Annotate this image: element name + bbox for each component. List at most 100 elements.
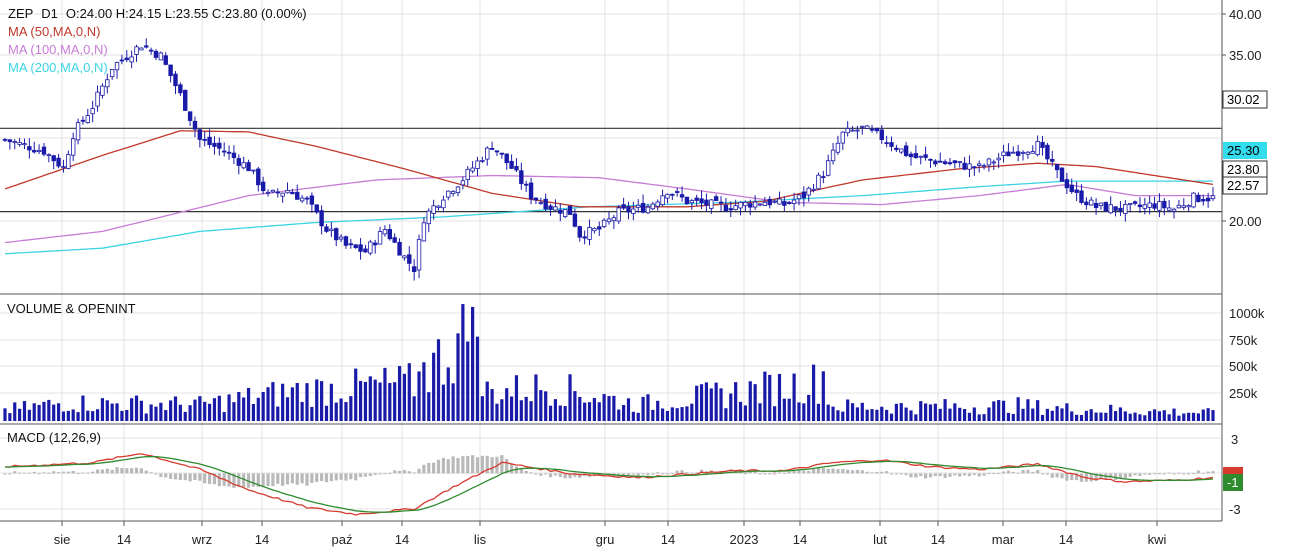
volume-bar bbox=[100, 398, 105, 421]
macd-hist-bar bbox=[943, 473, 947, 478]
macd-hist-bar bbox=[363, 473, 368, 477]
macd-hist-bar bbox=[1157, 473, 1162, 475]
volume-bar bbox=[266, 387, 270, 421]
macd-hist-bar bbox=[831, 468, 835, 474]
volume-bar bbox=[422, 362, 426, 421]
macd-hist-bar bbox=[816, 467, 821, 474]
ma50-legend: MA (50,MA,0,N) bbox=[8, 24, 100, 39]
macd-hist-bar bbox=[860, 470, 864, 474]
x-tick-label: lut bbox=[873, 532, 887, 547]
x-tick-label: paź bbox=[332, 532, 353, 547]
macd-hist-bar bbox=[1079, 473, 1084, 482]
volume-bar bbox=[1006, 412, 1011, 421]
macd-hist-bar bbox=[134, 467, 139, 474]
volume-bar bbox=[1060, 408, 1064, 421]
macd-hist-bar bbox=[826, 468, 830, 474]
volume-bar bbox=[734, 382, 738, 421]
volume-bar bbox=[363, 381, 368, 421]
macd-hist-bar bbox=[553, 473, 558, 476]
macd-hist-bar bbox=[880, 471, 884, 474]
volume-bar bbox=[685, 406, 689, 421]
macd-hist-bar bbox=[164, 473, 168, 478]
volume-bar bbox=[782, 398, 786, 421]
macd-hist-bar bbox=[1172, 473, 1176, 475]
volume-bar bbox=[724, 408, 728, 421]
volume-bar bbox=[81, 395, 85, 421]
volume-bar bbox=[982, 414, 986, 421]
macd-hist-bar bbox=[977, 473, 981, 477]
volume-bar bbox=[461, 304, 465, 421]
volume-bar bbox=[958, 407, 962, 421]
volume-bar bbox=[1133, 412, 1137, 421]
volume-bar bbox=[597, 402, 601, 421]
macd-hist-bar bbox=[948, 473, 952, 477]
macd-hist-bar bbox=[953, 473, 957, 476]
volume-bar bbox=[1050, 410, 1054, 421]
macd-hist-bar bbox=[1206, 471, 1210, 474]
macd-hist-bar bbox=[71, 470, 75, 474]
macd-hist-bar bbox=[1143, 473, 1147, 475]
volume-bar bbox=[300, 401, 304, 421]
macd-hist-bar bbox=[91, 471, 95, 474]
macd-hist-bar bbox=[388, 472, 392, 474]
macd-hist-bar bbox=[1040, 473, 1045, 475]
x-tick-label: 14 bbox=[255, 532, 269, 547]
volume-bar bbox=[1177, 415, 1181, 421]
macd-hist-bar bbox=[490, 457, 494, 474]
macd-hist-bar bbox=[37, 473, 41, 475]
macd-hist-bar bbox=[203, 473, 207, 484]
macd-hist-bar bbox=[1113, 473, 1118, 480]
volume-bar bbox=[933, 403, 937, 421]
volume-bar bbox=[18, 408, 22, 421]
volume-bar bbox=[47, 399, 51, 421]
volume-bar bbox=[1143, 415, 1147, 421]
volume-bar bbox=[709, 388, 713, 421]
volume-bar bbox=[738, 401, 743, 421]
volume-bar bbox=[446, 367, 450, 421]
volume-panel-title: VOLUME & OPENINT bbox=[7, 301, 136, 316]
volume-bar bbox=[656, 400, 660, 421]
macd-hist-bar bbox=[967, 473, 972, 477]
macd-hist-bar bbox=[646, 473, 650, 476]
macd-hist-bar bbox=[914, 473, 918, 478]
macd-hist-bar bbox=[534, 473, 538, 475]
macd-hist-bar bbox=[1196, 470, 1200, 474]
volume-bar bbox=[407, 363, 411, 421]
svg-text:23.80: 23.80 bbox=[1227, 162, 1260, 177]
macd-hist-bar bbox=[1045, 473, 1049, 475]
macd-hist-bar bbox=[251, 473, 256, 487]
price-tag-last: 23.80 bbox=[1222, 160, 1268, 179]
macd-hist-bar bbox=[997, 473, 1001, 475]
volume-bar bbox=[514, 375, 519, 421]
volume-bar bbox=[787, 398, 791, 421]
volume-bar bbox=[729, 393, 733, 421]
candlestick-chart[interactable]: ZEP D1 O:24.00 H:24.15 L:23.55 C:23.80 (0.… bbox=[0, 0, 1309, 553]
volume-bar bbox=[622, 405, 626, 421]
macd-hist-bar bbox=[334, 473, 338, 481]
volume-bar bbox=[22, 401, 27, 421]
volume-bar bbox=[636, 412, 640, 421]
macd-hist-bar bbox=[354, 473, 358, 481]
macd-hist-bar bbox=[378, 473, 382, 475]
macd-hist-bar bbox=[446, 459, 450, 474]
volume-bar bbox=[1172, 408, 1176, 421]
volume-bar bbox=[310, 406, 314, 421]
macd-hist-bar bbox=[266, 473, 270, 487]
macd-hist-bar bbox=[61, 471, 66, 474]
volume-bar bbox=[1182, 413, 1186, 421]
volume-bar bbox=[1123, 411, 1127, 421]
volume-bar bbox=[217, 395, 221, 421]
volume-bar bbox=[256, 397, 260, 421]
volume-bar bbox=[149, 404, 153, 421]
volume-bar bbox=[899, 403, 903, 421]
volume-bar bbox=[183, 411, 187, 421]
volume-bar bbox=[690, 403, 694, 421]
volume-bar bbox=[198, 396, 202, 421]
volume-bar bbox=[27, 409, 31, 421]
volume-bar bbox=[1167, 414, 1171, 421]
macd-tick: 3 bbox=[1231, 432, 1238, 447]
volume-bar bbox=[203, 401, 207, 421]
volume-bar bbox=[1089, 409, 1093, 421]
volume-bar bbox=[972, 407, 976, 421]
macd-hist-bar bbox=[875, 471, 879, 474]
